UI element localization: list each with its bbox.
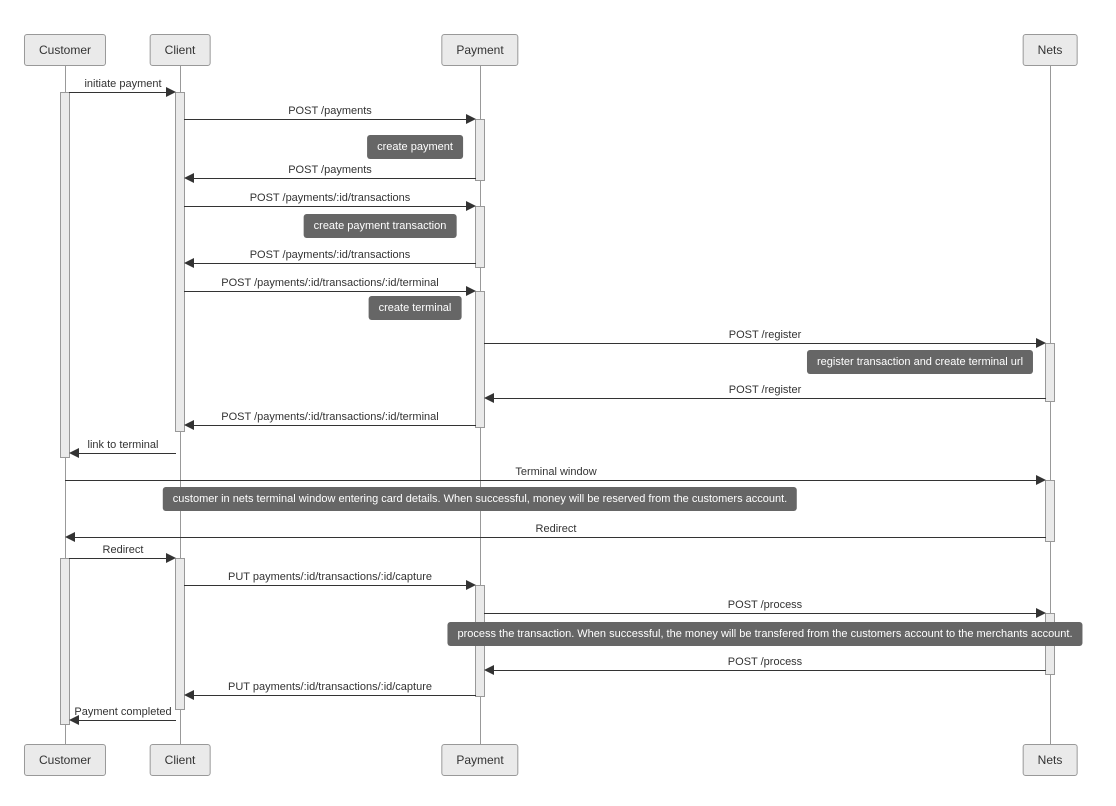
participant-nets-bottom: Nets bbox=[1023, 744, 1078, 776]
note-create-tx: create payment transaction bbox=[304, 214, 457, 238]
participant-client-bottom: Client bbox=[150, 744, 211, 776]
note-register: register transaction and create terminal… bbox=[807, 350, 1033, 374]
activation-nets-1 bbox=[1045, 343, 1055, 402]
activation-nets-2 bbox=[1045, 480, 1055, 542]
activation-payment-2 bbox=[475, 206, 485, 268]
note-create-terminal: create terminal bbox=[369, 296, 462, 320]
sequence-diagram: Customer Client Payment Nets initiate pa… bbox=[0, 0, 1116, 806]
note-process: process the transaction. When successful… bbox=[447, 622, 1082, 646]
activation-payment-1 bbox=[475, 119, 485, 181]
participant-customer-bottom: Customer bbox=[24, 744, 106, 776]
note-create-payment: create payment bbox=[367, 135, 463, 159]
participant-payment-bottom: Payment bbox=[441, 744, 518, 776]
participant-client-top: Client bbox=[150, 34, 211, 66]
note-terminal-window: customer in nets terminal window enterin… bbox=[163, 487, 797, 511]
participant-nets-top: Nets bbox=[1023, 34, 1078, 66]
activation-client-2 bbox=[175, 558, 185, 710]
activation-client-1 bbox=[175, 92, 185, 432]
activation-customer-2 bbox=[60, 558, 70, 725]
participant-customer-top: Customer bbox=[24, 34, 106, 66]
activation-customer bbox=[60, 92, 70, 458]
activation-payment-3 bbox=[475, 291, 485, 428]
participant-payment-top: Payment bbox=[441, 34, 518, 66]
